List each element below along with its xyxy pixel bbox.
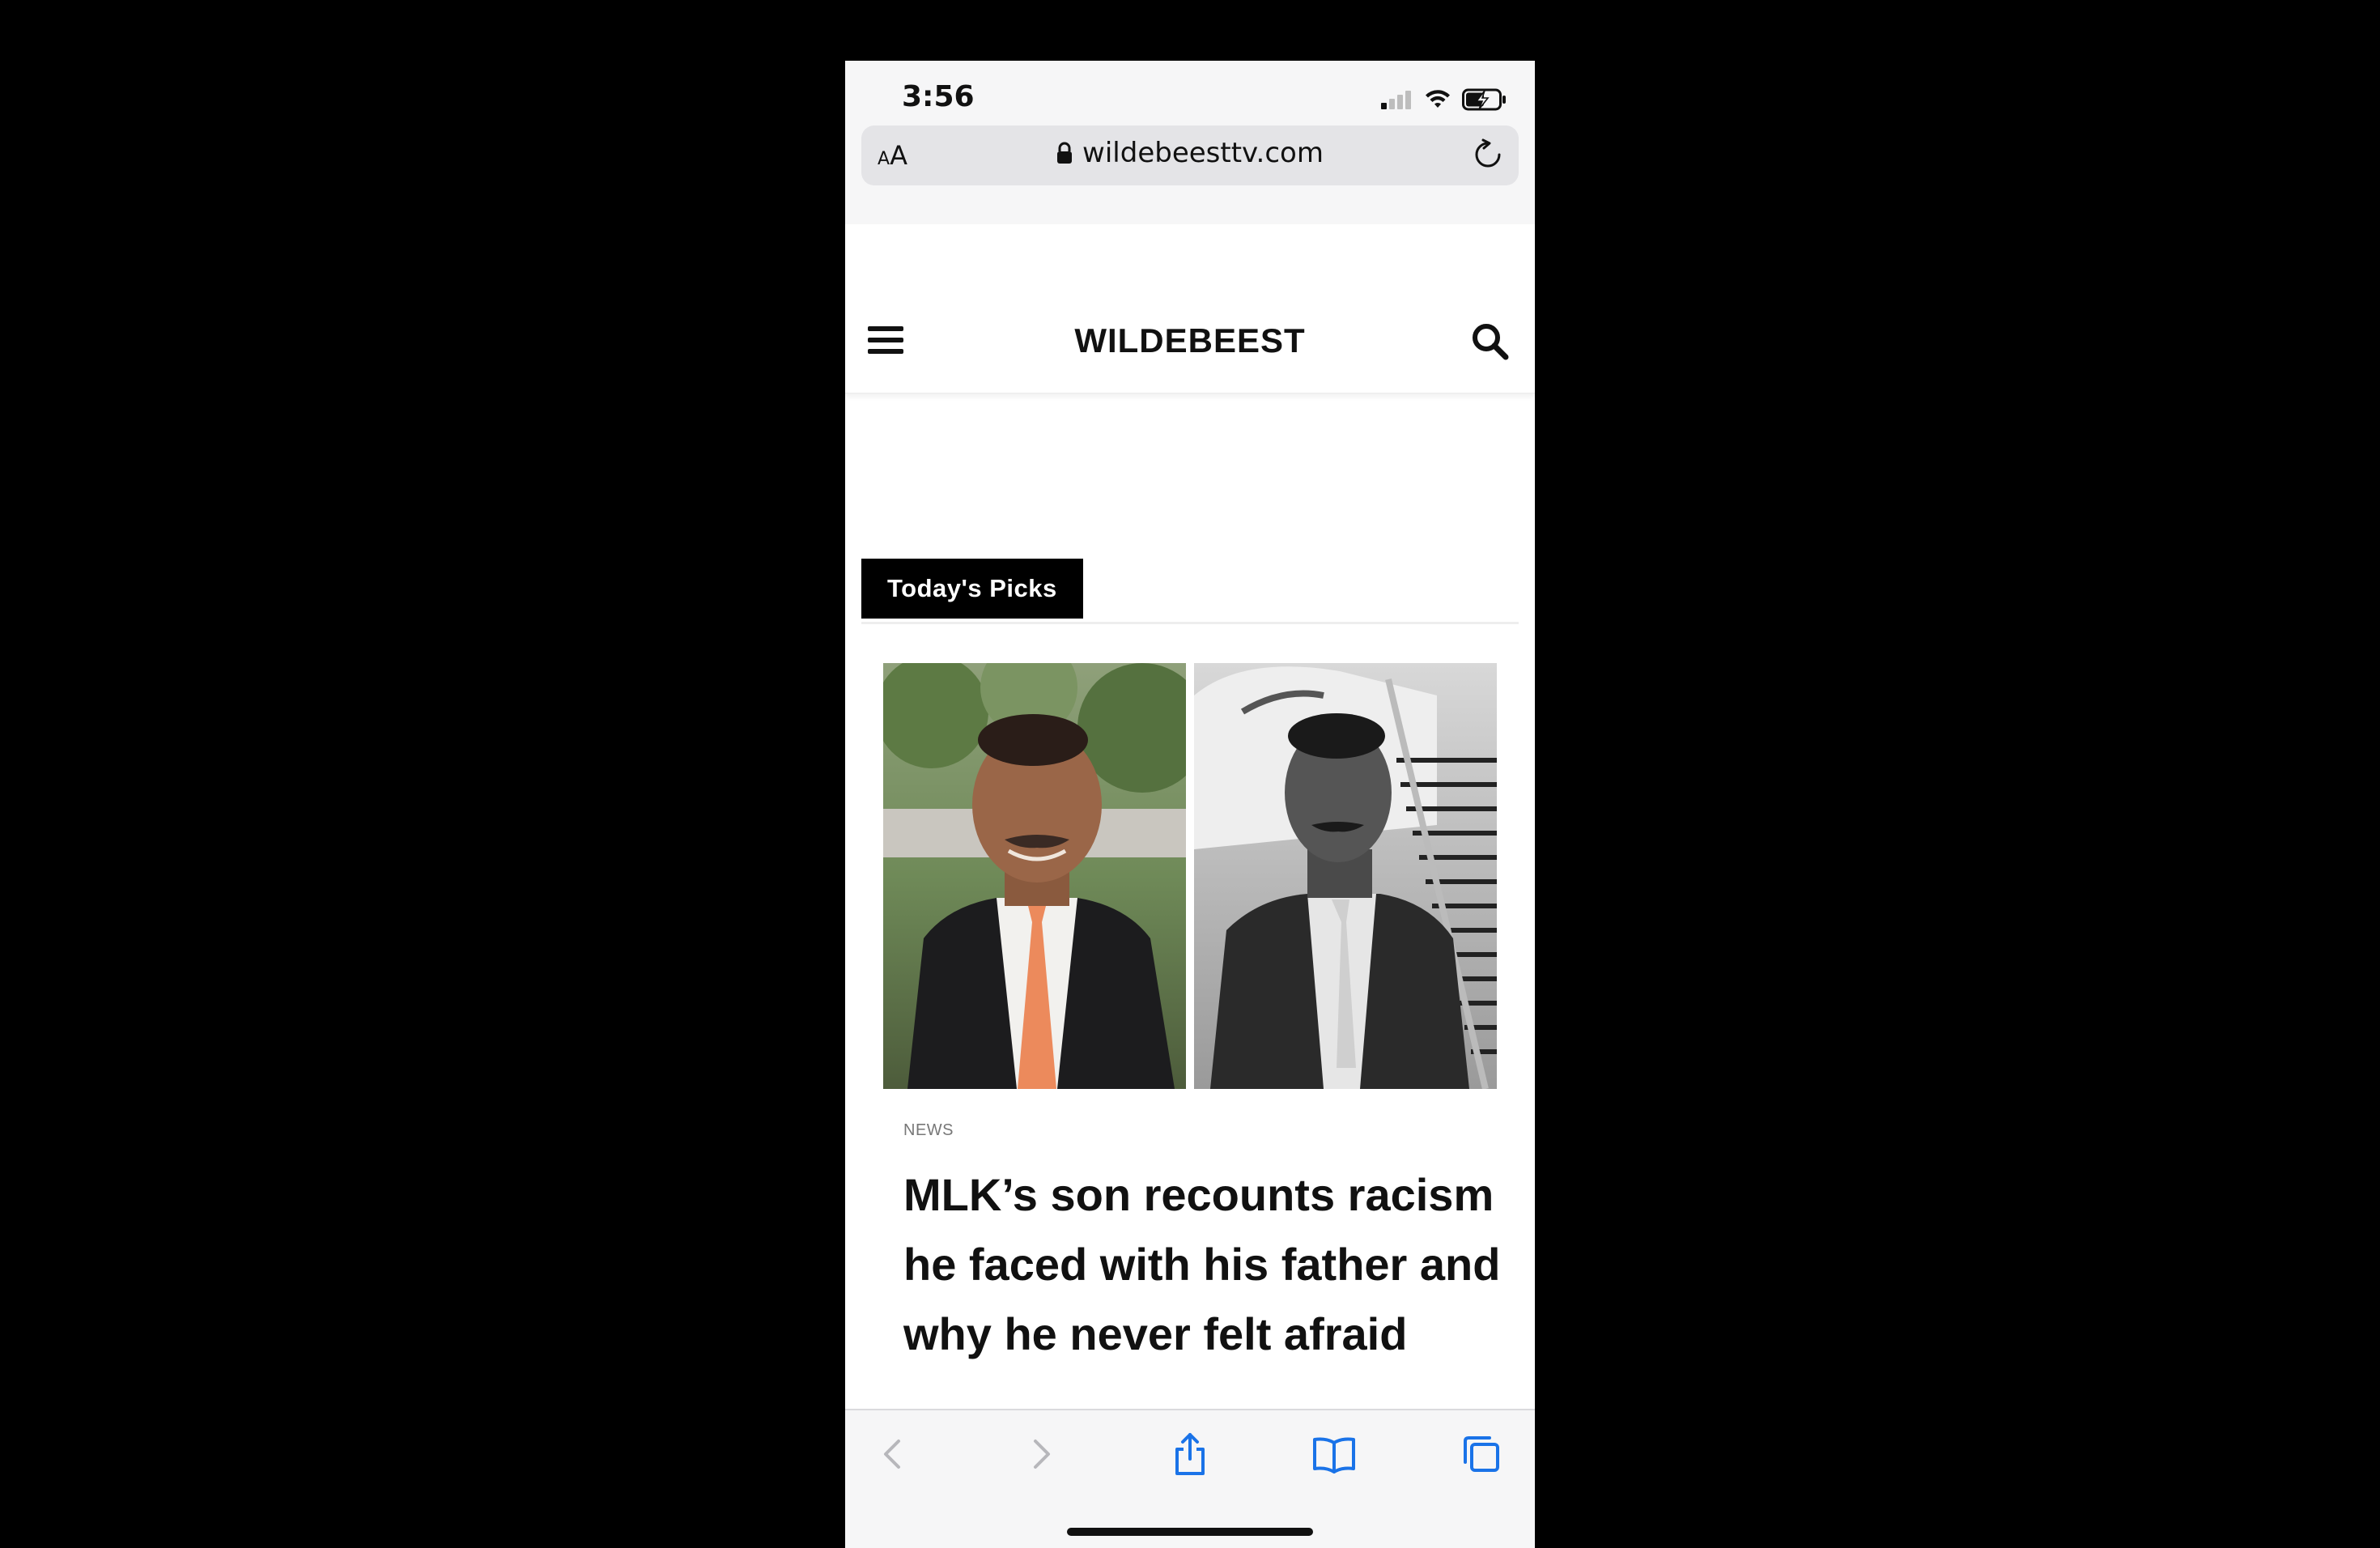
tabs-icon[interactable] bbox=[1459, 1431, 1504, 1477]
article-headline[interactable]: MLK’s son recounts racism he faced with … bbox=[903, 1160, 1502, 1369]
phone-screen: 3:56 AA wildebeesttv.com WILDEBEEST Toda… bbox=[845, 61, 1535, 1548]
status-time: 3:56 bbox=[902, 80, 975, 113]
cellular-signal-icon bbox=[1381, 91, 1411, 109]
home-indicator[interactable] bbox=[1067, 1528, 1313, 1536]
back-icon[interactable] bbox=[871, 1431, 916, 1477]
battery-charging-icon bbox=[1462, 88, 1506, 111]
article-category[interactable]: NEWS bbox=[903, 1121, 954, 1140]
url-display[interactable]: wildebeesttv.com bbox=[861, 137, 1519, 169]
section-tab-bar: Today's Picks bbox=[861, 559, 1519, 624]
share-icon[interactable] bbox=[1167, 1431, 1213, 1477]
article-image-left[interactable] bbox=[883, 663, 1186, 1089]
search-icon[interactable] bbox=[1470, 321, 1511, 362]
site-header: WILDEBEEST bbox=[845, 224, 1535, 393]
url-text: wildebeesttv.com bbox=[1082, 137, 1324, 169]
forward-icon[interactable] bbox=[1018, 1431, 1063, 1477]
browser-toolbar bbox=[845, 1409, 1535, 1548]
reload-icon[interactable] bbox=[1470, 137, 1506, 172]
wifi-icon bbox=[1426, 90, 1450, 108]
site-logo[interactable]: WILDEBEEST bbox=[845, 321, 1535, 360]
article-image-right[interactable] bbox=[1194, 663, 1497, 1089]
bookmarks-icon[interactable] bbox=[1311, 1431, 1357, 1477]
lock-icon bbox=[1057, 142, 1073, 164]
address-bar[interactable]: AA wildebeesttv.com bbox=[861, 125, 1519, 185]
section-tab-todays-picks[interactable]: Today's Picks bbox=[861, 559, 1083, 619]
status-icons bbox=[1381, 88, 1507, 111]
